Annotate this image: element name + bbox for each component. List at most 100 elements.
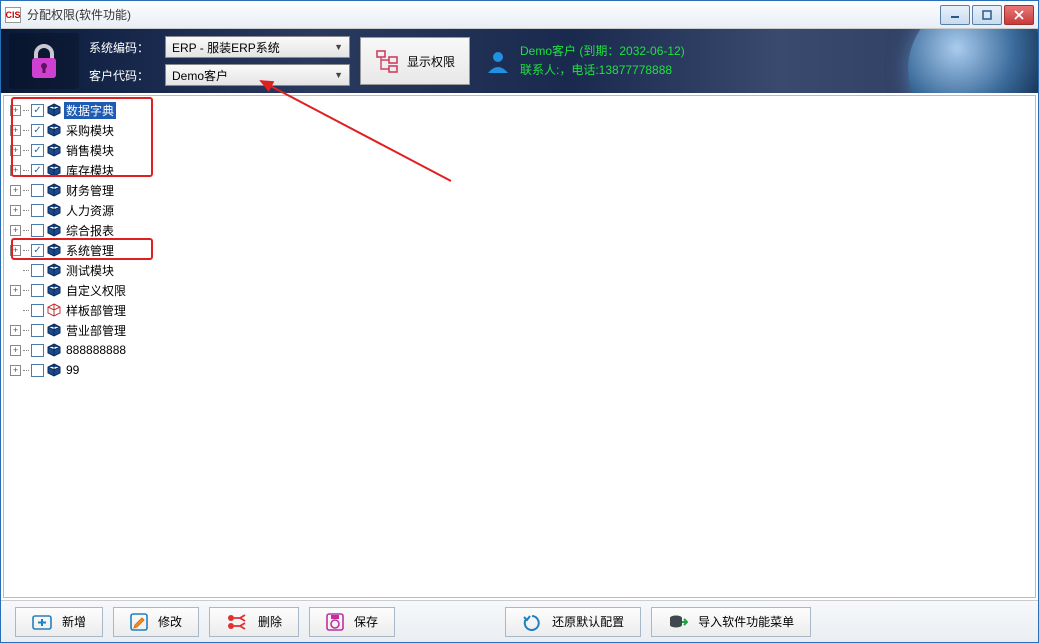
checkbox[interactable] [31, 364, 44, 377]
tree-connector [23, 270, 29, 271]
show-permission-label: 显示权限 [407, 53, 455, 70]
add-icon [32, 614, 52, 630]
edit-button[interactable]: 修改 [113, 607, 199, 637]
tree-connector [23, 210, 29, 211]
window-title: 分配权限(软件功能) [27, 6, 940, 23]
tree-node-label: 自定义权限 [64, 282, 128, 299]
tree-node-label: 888888888 [64, 343, 128, 357]
cube-icon [46, 103, 62, 117]
tree-node-label: 营业部管理 [64, 322, 128, 339]
chevron-down-icon: ▼ [334, 42, 343, 52]
checkbox[interactable] [31, 204, 44, 217]
tree-node[interactable]: + 888888888 [6, 340, 1033, 360]
tree-node[interactable]: + ✓ 销售模块 [6, 140, 1033, 160]
app-window: CIS 分配权限(软件功能) 系统编码： ERP - 服装ERP系统 ▼ [0, 0, 1039, 643]
show-permission-button[interactable]: 显示权限 [360, 37, 470, 85]
hierarchy-icon [375, 49, 399, 73]
checkbox[interactable]: ✓ [31, 164, 44, 177]
cube-icon [46, 283, 62, 297]
cust-code-row: 客户代码： Demo客户 ▼ [89, 64, 350, 86]
tree-node[interactable]: + 综合报表 [6, 220, 1033, 240]
customer-info: Demo客户 (到期：2032-06-12) 联系人:，电话:138777788… [484, 42, 685, 80]
checkbox[interactable] [31, 284, 44, 297]
expand-toggle[interactable]: + [10, 145, 21, 156]
cust-code-value: Demo客户 [172, 67, 228, 84]
expand-toggle[interactable]: + [10, 285, 21, 296]
sys-code-row: 系统编码： ERP - 服装ERP系统 ▼ [89, 36, 350, 58]
checkbox[interactable] [31, 224, 44, 237]
cube-icon [46, 243, 62, 257]
checkbox[interactable] [31, 304, 44, 317]
tree-node-label: 财务管理 [64, 182, 116, 199]
tree-node-label: 样板部管理 [64, 302, 128, 319]
sys-code-value: ERP - 服装ERP系统 [172, 39, 280, 56]
tree-node[interactable]: + 测试模块 [6, 260, 1033, 280]
window-controls [940, 5, 1034, 25]
tree-node[interactable]: + 99 [6, 360, 1033, 380]
cube-icon [46, 263, 62, 277]
person-icon [484, 47, 512, 75]
tree-connector [23, 350, 29, 351]
tree-connector [23, 330, 29, 331]
info-contact: 联系人:，电话:13877778888 [520, 61, 685, 80]
restore-icon [522, 613, 542, 631]
add-button[interactable]: 新增 [15, 607, 103, 637]
tree-connector [23, 230, 29, 231]
tree-node-label: 采购模块 [64, 122, 116, 139]
cube-icon [46, 143, 62, 157]
tree-connector [23, 370, 29, 371]
expand-toggle[interactable]: + [10, 245, 21, 256]
tree-node[interactable]: + 人力资源 [6, 200, 1033, 220]
checkbox[interactable]: ✓ [31, 144, 44, 157]
tree-node[interactable]: + 财务管理 [6, 180, 1033, 200]
expand-toggle[interactable]: + [10, 345, 21, 356]
tree-connector [23, 290, 29, 291]
expand-toggle[interactable]: + [10, 325, 21, 336]
save-icon [326, 613, 344, 631]
checkbox[interactable] [31, 324, 44, 337]
chevron-down-icon: ▼ [334, 70, 343, 80]
cube-icon [46, 163, 62, 177]
maximize-button[interactable] [972, 5, 1002, 25]
header-bar: 系统编码： ERP - 服装ERP系统 ▼ 客户代码： Demo客户 ▼ [1, 29, 1038, 93]
delete-button[interactable]: 删除 [209, 607, 299, 637]
expand-toggle[interactable]: + [10, 185, 21, 196]
tree-node-label: 数据字典 [64, 102, 116, 119]
expand-toggle[interactable]: + [10, 125, 21, 136]
checkbox[interactable]: ✓ [31, 124, 44, 137]
expand-toggle[interactable]: + [10, 205, 21, 216]
cube-icon [46, 223, 62, 237]
sys-code-combo[interactable]: ERP - 服装ERP系统 ▼ [165, 36, 350, 58]
checkbox[interactable]: ✓ [31, 244, 44, 257]
tree-connector [23, 130, 29, 131]
checkbox[interactable] [31, 264, 44, 277]
checkbox[interactable] [31, 184, 44, 197]
expand-toggle[interactable]: + [10, 105, 21, 116]
tree-connector [23, 190, 29, 191]
restore-default-button[interactable]: 还原默认配置 [505, 607, 641, 637]
tree-node[interactable]: + ✓ 数据字典 [6, 100, 1033, 120]
tree-connector [23, 110, 29, 111]
tree-node[interactable]: + 样板部管理 [6, 300, 1033, 320]
permission-tree[interactable]: + ✓ 数据字典 + ✓ 采购模块 + ✓ 销售模块 + ✓ 库存模块 + 财务… [3, 95, 1036, 598]
minimize-button[interactable] [940, 5, 970, 25]
titlebar: CIS 分配权限(软件功能) [1, 1, 1038, 29]
cust-code-label: 客户代码： [89, 67, 159, 84]
tree-connector [23, 170, 29, 171]
cube-icon [46, 183, 62, 197]
checkbox[interactable] [31, 344, 44, 357]
tree-node[interactable]: + 自定义权限 [6, 280, 1033, 300]
tree-node[interactable]: + ✓ 库存模块 [6, 160, 1033, 180]
tree-node-label: 库存模块 [64, 162, 116, 179]
tree-node[interactable]: + 营业部管理 [6, 320, 1033, 340]
cust-code-combo[interactable]: Demo客户 ▼ [165, 64, 350, 86]
import-menu-button[interactable]: 导入软件功能菜单 [651, 607, 811, 637]
checkbox[interactable]: ✓ [31, 104, 44, 117]
tree-node[interactable]: + ✓ 系统管理 [6, 240, 1033, 260]
save-button[interactable]: 保存 [309, 607, 395, 637]
expand-toggle[interactable]: + [10, 365, 21, 376]
expand-toggle[interactable]: + [10, 225, 21, 236]
close-button[interactable] [1004, 5, 1034, 25]
expand-toggle[interactable]: + [10, 165, 21, 176]
tree-node[interactable]: + ✓ 采购模块 [6, 120, 1033, 140]
